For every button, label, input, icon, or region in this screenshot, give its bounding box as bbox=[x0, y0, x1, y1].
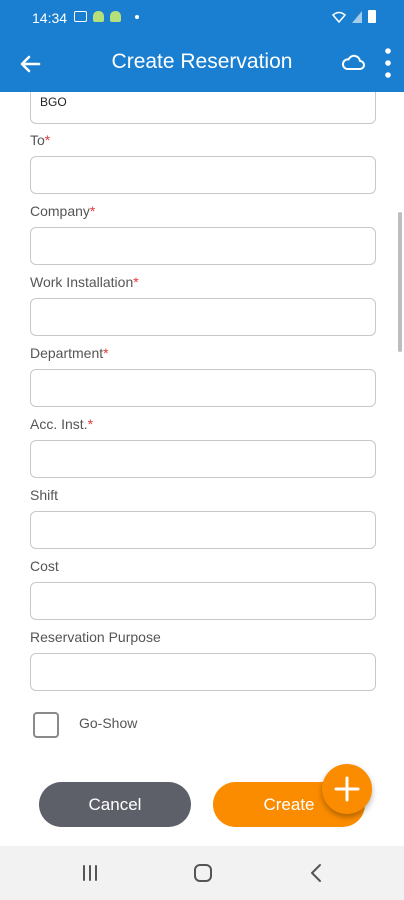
add-fab-button[interactable] bbox=[322, 764, 372, 814]
required-mark: * bbox=[89, 203, 96, 219]
shift-field[interactable] bbox=[30, 511, 376, 549]
reservation-purpose-label: Reservation Purpose bbox=[30, 629, 161, 645]
signal-icon bbox=[352, 10, 362, 23]
nav-back-icon[interactable] bbox=[308, 863, 324, 883]
to-field[interactable] bbox=[30, 156, 376, 194]
android-icon bbox=[110, 11, 121, 22]
company-label: Company* bbox=[30, 203, 96, 219]
app-bar: Create Reservation bbox=[0, 36, 404, 92]
go-show-label: Go-Show bbox=[79, 715, 138, 731]
scrollbar[interactable] bbox=[398, 212, 402, 352]
cost-label: Cost bbox=[30, 558, 59, 574]
from-field-value: BGO bbox=[40, 95, 67, 109]
required-mark: * bbox=[133, 274, 139, 290]
android-icon bbox=[93, 11, 104, 22]
cancel-button[interactable]: Cancel bbox=[39, 782, 191, 827]
from-field[interactable]: BGO bbox=[30, 92, 376, 124]
more-vertical-icon[interactable] bbox=[382, 46, 394, 80]
cloud-icon[interactable] bbox=[340, 50, 366, 76]
work-installation-field[interactable] bbox=[30, 298, 376, 336]
required-mark: * bbox=[87, 416, 94, 432]
shift-label: Shift bbox=[30, 487, 59, 503]
home-icon[interactable] bbox=[193, 863, 213, 883]
status-notifications bbox=[74, 11, 139, 22]
recent-apps-icon[interactable] bbox=[80, 864, 100, 882]
acc-inst-label: Acc. Inst.* bbox=[30, 416, 94, 432]
company-field[interactable] bbox=[30, 227, 376, 265]
department-label: Department* bbox=[30, 345, 109, 361]
acc-inst-field[interactable] bbox=[30, 440, 376, 478]
reservation-purpose-field[interactable] bbox=[30, 653, 376, 691]
to-label: To* bbox=[30, 132, 51, 148]
status-system-icons bbox=[332, 10, 376, 23]
reservation-form: BGO To* Company* Work Installation* Depa… bbox=[0, 92, 404, 846]
status-bar: 14:34 bbox=[0, 0, 404, 36]
system-nav-bar bbox=[0, 846, 404, 900]
go-show-checkbox[interactable] bbox=[33, 712, 59, 738]
gallery-notification-icon bbox=[74, 11, 87, 22]
required-mark: * bbox=[44, 132, 51, 148]
work-installation-label: Work Installation* bbox=[30, 274, 139, 290]
cost-field[interactable] bbox=[30, 582, 376, 620]
plus-icon bbox=[334, 776, 360, 802]
status-time: 14:34 bbox=[32, 10, 68, 26]
department-field[interactable] bbox=[30, 369, 376, 407]
wifi-icon bbox=[332, 11, 346, 23]
required-mark: * bbox=[103, 345, 109, 361]
battery-icon bbox=[368, 10, 376, 23]
more-notifications-icon bbox=[135, 14, 139, 19]
